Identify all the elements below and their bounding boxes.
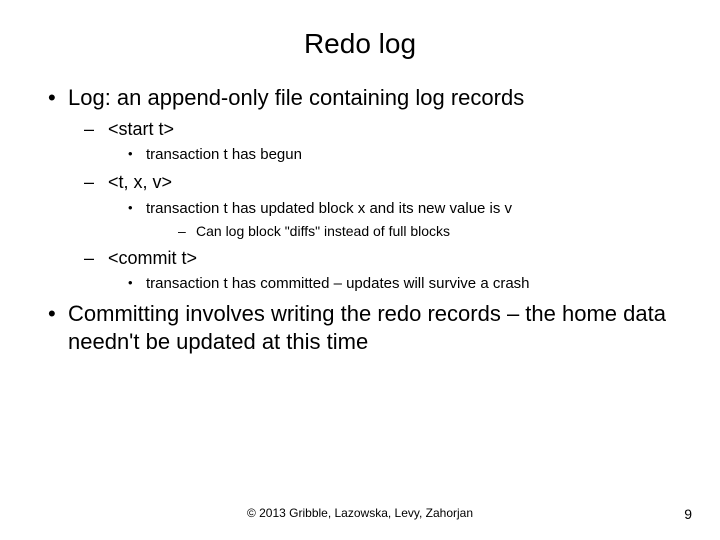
bullet-commit-t: <commit t> bbox=[84, 247, 672, 270]
bullet-commit-desc: transaction t has committed – updates wi… bbox=[128, 274, 672, 294]
bullet-txv: <t, x, v> bbox=[84, 171, 672, 194]
page-number: 9 bbox=[684, 506, 692, 522]
bullet-log: Log: an append-only file containing log … bbox=[48, 84, 672, 112]
footer-copyright: © 2013 Gribble, Lazowska, Levy, Zahorjan bbox=[0, 506, 720, 520]
bullet-committing: Committing involves writing the redo rec… bbox=[48, 300, 672, 355]
slide-content: Log: an append-only file containing log … bbox=[0, 84, 720, 355]
bullet-start-desc: transaction t has begun bbox=[128, 145, 672, 165]
bullet-txv-desc: transaction t has updated block x and it… bbox=[128, 199, 672, 219]
slide-title: Redo log bbox=[0, 0, 720, 78]
slide: Redo log Log: an append-only file contai… bbox=[0, 0, 720, 540]
bullet-diffs: Can log block "diffs" instead of full bl… bbox=[178, 222, 672, 241]
bullet-start-t: <start t> bbox=[84, 118, 672, 141]
